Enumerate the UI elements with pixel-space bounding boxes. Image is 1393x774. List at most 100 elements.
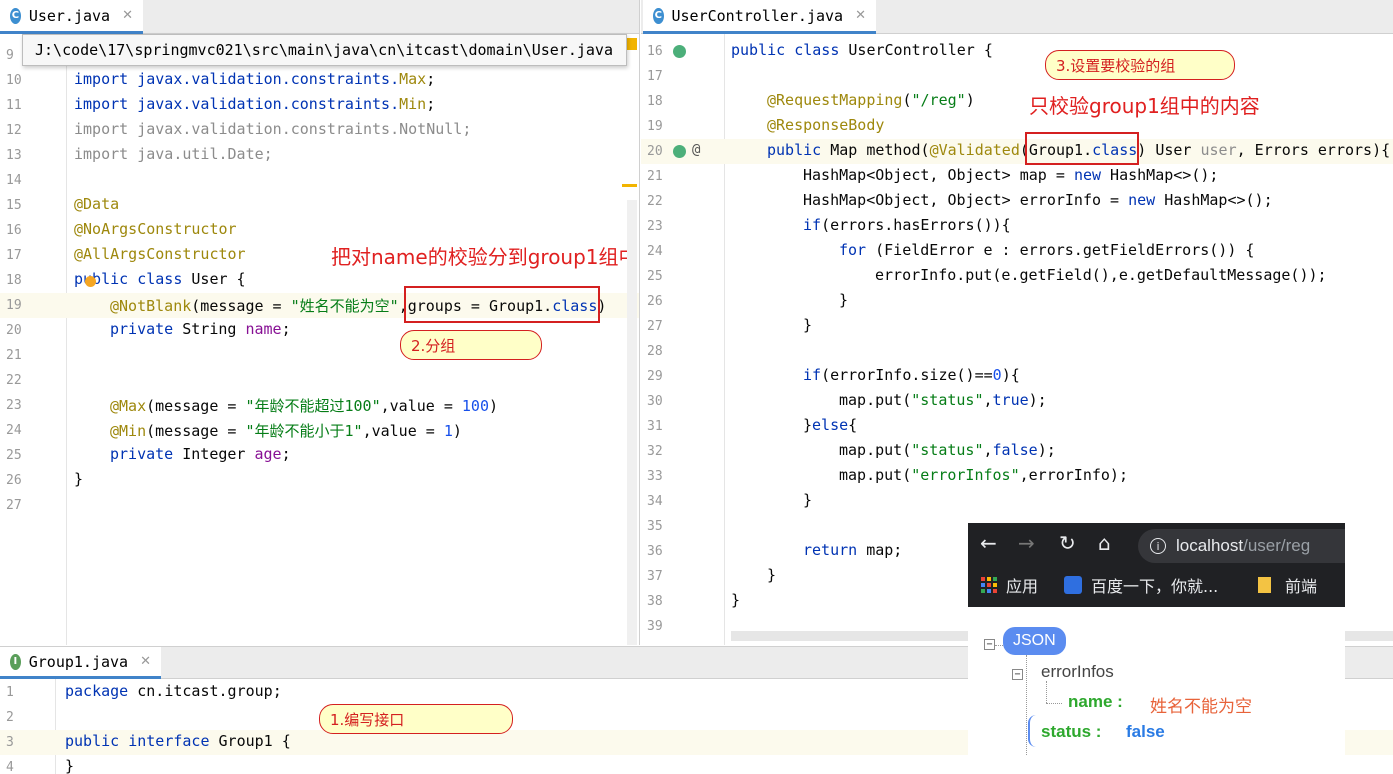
- error-infos-key[interactable]: errorInfos: [1041, 662, 1114, 682]
- code-line-23: @Max(message = "年龄不能超过100",value = 100): [110, 397, 499, 415]
- bookmark-frontend[interactable]: 前端: [1258, 573, 1317, 597]
- line-number: 20: [647, 144, 663, 159]
- warning-marker: [622, 184, 637, 187]
- line-number: 15: [6, 198, 22, 213]
- folder-icon: [1258, 577, 1271, 593]
- bulb-icon[interactable]: [85, 276, 96, 287]
- line-number: 19: [6, 298, 22, 313]
- collapse-icon[interactable]: −: [984, 639, 995, 650]
- tree-line: [995, 645, 1003, 646]
- code-line-31: }else{: [803, 416, 858, 434]
- close-icon[interactable]: ✕: [122, 8, 133, 23]
- web-endpoint-icon[interactable]: @: [692, 142, 700, 158]
- left-editor: C User.java ✕ 9 10 11 12 13 14 15 16 17 18 19 20 21 2…: [0, 0, 640, 645]
- line-number: 22: [6, 373, 22, 388]
- java-class-icon: C: [653, 7, 664, 24]
- line-number: 20: [6, 323, 22, 338]
- line-number: 34: [647, 494, 663, 509]
- line-number: 12: [6, 123, 22, 138]
- code-line-19: @ResponseBody: [767, 116, 885, 134]
- code-line-13: import java.util.Date;: [74, 145, 273, 163]
- code-line-23: if(errors.hasErrors()){: [803, 216, 1011, 234]
- code-line-12: import javax.validation.constraints.NotN…: [74, 120, 472, 138]
- tab-group1-java[interactable]: I Group1.java ✕: [0, 647, 161, 679]
- tab-usercontroller-java[interactable]: C UserController.java ✕: [643, 0, 876, 34]
- line-number: 3: [6, 735, 14, 750]
- tab-user-java[interactable]: C User.java ✕: [0, 0, 143, 34]
- line-number: 22: [647, 194, 663, 209]
- bean-icon: [673, 45, 686, 58]
- bookmark-apps[interactable]: 应用: [981, 573, 1038, 597]
- info-icon[interactable]: i: [1150, 538, 1166, 554]
- line-number: 23: [647, 219, 663, 234]
- reload-icon[interactable]: ↻: [1059, 531, 1076, 555]
- code-line-37: }: [767, 566, 777, 584]
- line-number: 39: [647, 619, 663, 634]
- tab-label: User.java: [28, 6, 111, 25]
- code-line-36: return map;: [803, 541, 903, 559]
- annotation-group1-note: 把对name的校验分到group1组中: [331, 245, 639, 269]
- browser-toolbar: ← → ↻ ⌂ i localhost/user/reg 应用 百度一下，你就.…: [968, 523, 1345, 607]
- tree-line: [1046, 681, 1047, 703]
- line-number: 17: [647, 69, 663, 84]
- code-line-24: for (FieldError e : errors.getFieldError…: [839, 241, 1255, 259]
- tab-label: UserController.java: [671, 6, 844, 25]
- line-number: 27: [647, 319, 663, 334]
- home-icon[interactable]: ⌂: [1098, 531, 1111, 555]
- line-number: 19: [647, 119, 663, 134]
- code-line-11: import javax.validation.constraints.Min;: [74, 95, 436, 113]
- code-line-21: HashMap<Object, Object> map = new HashMa…: [803, 166, 1219, 184]
- line-number: 33: [647, 469, 663, 484]
- forward-icon[interactable]: →: [1018, 531, 1035, 555]
- close-icon[interactable]: ✕: [855, 8, 866, 23]
- code-line-18: public class User {: [74, 270, 246, 288]
- annotation-validate-group1: 只校验group1组中的内容: [1029, 94, 1260, 118]
- bookmark-baidu[interactable]: 百度一下，你就...: [1064, 573, 1218, 597]
- code-line-29: if(errorInfo.size()==0){: [803, 366, 1020, 384]
- java-class-icon: C: [10, 7, 21, 24]
- code-line-20: private String name;: [110, 320, 291, 338]
- line-number: 10: [6, 73, 22, 88]
- status-value: false: [1126, 722, 1165, 741]
- line-number: 18: [6, 273, 22, 288]
- line-number: 21: [647, 169, 663, 184]
- code-line-34: }: [803, 491, 813, 509]
- line-number: 14: [6, 173, 22, 188]
- line-number: 1: [6, 685, 14, 700]
- line-number: 23: [6, 398, 22, 413]
- line-number: 36: [647, 544, 663, 559]
- scrollbar-track[interactable]: [627, 200, 637, 645]
- code-line-3: public interface Group1 {: [65, 732, 291, 750]
- baidu-paw-icon: [1064, 576, 1082, 594]
- code-line-15: @Data: [74, 195, 120, 213]
- code-line-25: errorInfo.put(e.getField(),e.getDefaultM…: [875, 266, 1327, 284]
- close-icon[interactable]: ✕: [140, 654, 151, 669]
- tab-label: Group1.java: [28, 652, 129, 671]
- line-number: 16: [647, 44, 663, 59]
- tree-bracket: [1028, 715, 1036, 747]
- line-number: 24: [647, 244, 663, 259]
- back-icon[interactable]: ←: [980, 531, 997, 555]
- callout-step2: 2.分组: [400, 330, 542, 360]
- collapse-icon[interactable]: −: [1012, 669, 1023, 680]
- right-tabbar: C UserController.java ✕: [641, 0, 1393, 34]
- json-root-badge[interactable]: JSON: [1003, 627, 1066, 655]
- browser-window: ← → ↻ ⌂ i localhost/user/reg 应用 百度一下，你就.…: [968, 523, 1345, 774]
- line-number: 4: [6, 760, 14, 774]
- line-number: 24: [6, 423, 22, 438]
- name-value: 姓名不能为空: [1150, 697, 1252, 716]
- code-line-18: @RequestMapping("/reg"): [767, 91, 975, 109]
- line-number: 13: [6, 148, 22, 163]
- status-key: status :: [1041, 722, 1102, 741]
- tree-line: [1046, 703, 1062, 704]
- line-number: 21: [6, 348, 22, 363]
- line-number: 31: [647, 419, 663, 434]
- groups-highlight-box: [404, 286, 600, 323]
- callout-step1: 1.编写接口: [319, 704, 513, 734]
- line-number: 28: [647, 344, 663, 359]
- line-number: 18: [647, 94, 663, 109]
- line-number: 35: [647, 519, 663, 534]
- validated-group-highlight-box: [1025, 132, 1139, 165]
- address-bar[interactable]: i localhost/user/reg: [1138, 529, 1345, 563]
- code-line-4: }: [65, 757, 75, 774]
